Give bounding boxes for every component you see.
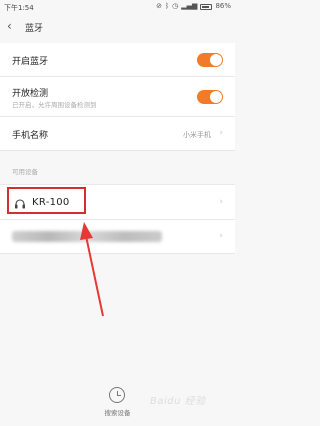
discoverable-toggle-row[interactable]: 开放检测 已开启，允许周围设备检测到 xyxy=(0,77,235,117)
blurred-device-name xyxy=(12,231,162,242)
status-icons: ⊘ ᛒ ◷ ▂▄▆ 86% xyxy=(156,3,231,10)
page-title: 蓝牙 xyxy=(25,24,44,34)
battery-percent: 86% xyxy=(215,2,231,10)
mute-icon: ⊘ xyxy=(156,2,162,10)
discoverable-toggle-label: 开放检测 xyxy=(12,89,49,99)
highlight-box xyxy=(7,187,86,214)
chevron-right-icon: › xyxy=(219,128,223,138)
status-bar: 下午1:54 ⊘ ᛒ ◷ ▂▄▆ 86% xyxy=(0,0,235,14)
scan-icon-hand2 xyxy=(117,395,121,396)
bluetooth-toggle-label: 开启蓝牙 xyxy=(12,57,49,67)
device-name-row[interactable]: 手机名称 小米手机 › xyxy=(0,117,235,151)
scan-label: 搜索设备 xyxy=(104,409,131,417)
discoverable-toggle-sublabel: 已开启，允许周围设备检测到 xyxy=(12,101,97,109)
bluetooth-toggle-row[interactable]: 开启蓝牙 xyxy=(0,43,235,77)
device-name-value: 小米手机 xyxy=(183,131,211,139)
alarm-icon: ◷ xyxy=(172,2,179,10)
toggle-knob xyxy=(210,91,222,103)
signal-icon: ▂▄▆ xyxy=(181,2,198,10)
header: ‹ 蓝牙 xyxy=(0,14,235,40)
bluetooth-toggle-switch[interactable] xyxy=(197,53,223,67)
battery-icon xyxy=(200,3,213,10)
device-name-label: 手机名称 xyxy=(12,131,49,141)
status-time: 下午1:54 xyxy=(4,4,34,12)
device-item-blurred[interactable]: › xyxy=(0,220,235,254)
discoverable-toggle-switch[interactable] xyxy=(197,90,223,104)
chevron-left-icon[interactable]: ‹ xyxy=(7,18,12,34)
watermark: Baidu 经验 xyxy=(150,396,206,407)
scan-icon xyxy=(109,387,125,403)
chevron-right-icon: › xyxy=(219,231,223,241)
chevron-right-icon: › xyxy=(219,197,223,207)
bluetooth-icon: ᛒ xyxy=(164,2,170,10)
available-devices-section-label: 可用设备 xyxy=(12,168,38,176)
toggle-knob xyxy=(210,54,222,66)
